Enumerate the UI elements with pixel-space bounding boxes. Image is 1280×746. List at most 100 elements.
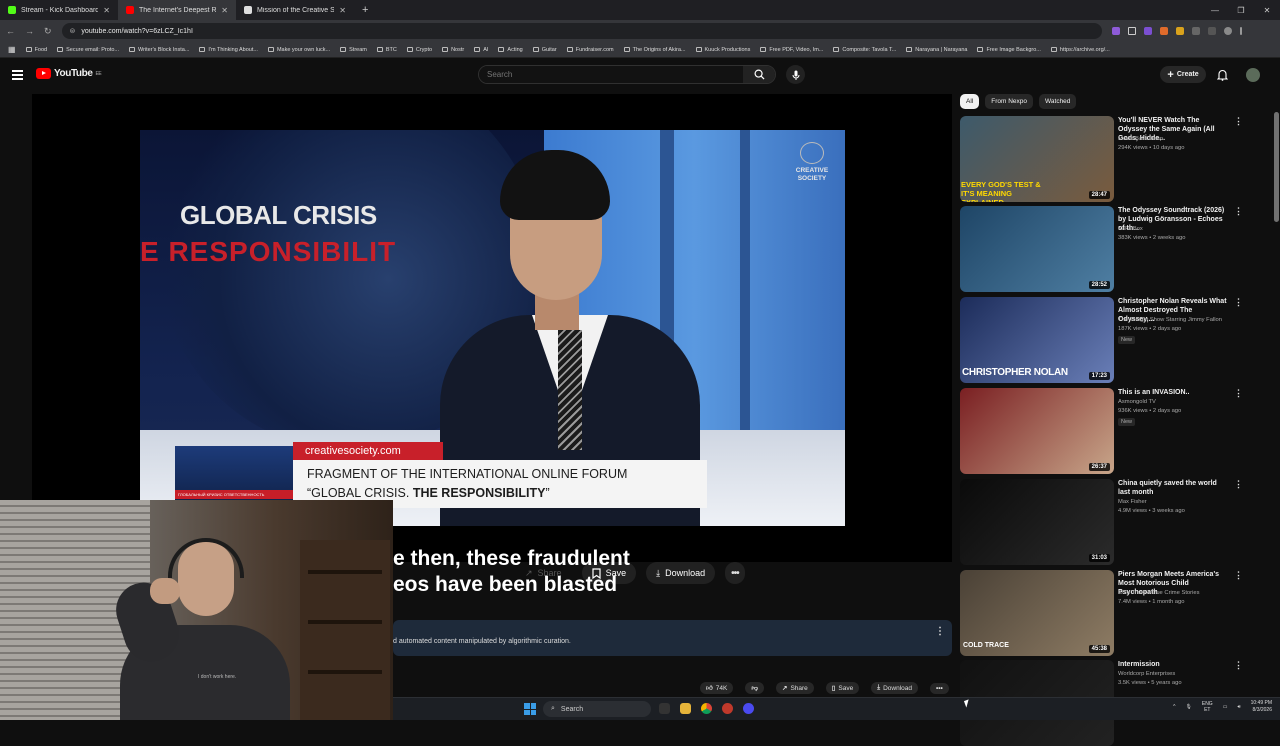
search-input[interactable] — [479, 66, 743, 83]
minimize-button[interactable]: — — [1202, 6, 1228, 15]
bookmark-item[interactable]: Food — [25, 47, 47, 53]
chrome-icon[interactable] — [701, 703, 712, 714]
channel-name[interactable]: Asmongold TV — [1118, 399, 1156, 405]
extension-icon[interactable] — [1175, 27, 1184, 35]
share-button-secondary[interactable]: ↗ Share — [775, 682, 814, 694]
save-button-secondary[interactable]: ▯ Save — [825, 682, 860, 694]
youtube-logo[interactable]: YouTube EE — [36, 68, 102, 79]
sidebar-icon[interactable] — [1207, 27, 1216, 35]
bookmark-item[interactable]: https://archive.org/... — [1050, 47, 1110, 53]
site-info-icon[interactable]: ⊜ — [70, 27, 76, 35]
channel-name[interactable]: The Tonight Show Starring Jimmy Fallon — [1118, 317, 1222, 323]
bookmark-item[interactable]: Crypto — [406, 47, 432, 53]
puzzle-icon[interactable] — [1191, 27, 1200, 35]
bookmark-item[interactable]: Free Image Backgro... — [977, 47, 1041, 53]
bookmark-item[interactable]: Secure email: Proto... — [57, 47, 119, 53]
profile-icon[interactable] — [1223, 27, 1232, 35]
taskbar-search[interactable]: ⌕ Search — [543, 701, 651, 717]
video-thumbnail[interactable]: COLD TRACE 45:38 — [960, 570, 1114, 656]
recommendation-menu-icon[interactable]: ⋮ — [1234, 116, 1243, 127]
apps-grid-icon[interactable]: ▦ — [8, 45, 16, 54]
bookmark-item[interactable]: Writer's Block Insta... — [129, 47, 189, 53]
tab-creative-society[interactable]: Mission of the Creative Society ✕ — [236, 0, 354, 20]
video-thumbnail[interactable]: CHRISTOPHER NOLAN 17:23 — [960, 297, 1114, 383]
avatar[interactable] — [1246, 68, 1260, 82]
bookmark-item[interactable]: BTC — [376, 47, 397, 53]
folder-icon[interactable] — [680, 703, 691, 714]
volume-icon[interactable]: 🔊︎ — [1237, 704, 1240, 710]
tab-youtube-video[interactable]: The Internet's Deepest Rab ✕ — [118, 0, 236, 20]
back-icon[interactable]: ← — [6, 26, 15, 36]
maximize-button[interactable]: ❐ — [1228, 6, 1254, 15]
close-tab-icon[interactable]: ✕ — [103, 6, 110, 15]
bookmark-item[interactable]: Acting — [498, 47, 523, 53]
file-explorer-icon[interactable] — [659, 703, 670, 714]
extension-icon[interactable] — [1143, 27, 1152, 35]
recommendation-menu-icon[interactable]: ⋮ — [1234, 297, 1243, 308]
app-icon[interactable] — [722, 703, 733, 714]
video-player[interactable]: GLOBAL CRISIS E RESPONSIBILIT CREATIVE S… — [32, 94, 952, 562]
scrollbar-thumb[interactable] — [1274, 112, 1279, 222]
extension-icon[interactable] — [1159, 27, 1168, 35]
video-thumbnail[interactable]: 26:37 — [960, 388, 1114, 474]
forward-icon[interactable]: → — [25, 26, 34, 36]
new-tab-button[interactable]: + — [354, 4, 376, 16]
recommendation-title[interactable]: China quietly saved the world last month — [1118, 479, 1230, 497]
menu-icon[interactable] — [12, 70, 23, 82]
clock[interactable]: 10:49 PM 8/3/2026 — [1251, 700, 1272, 714]
recommendation-menu-icon[interactable]: ⋮ — [1234, 388, 1243, 399]
close-tab-icon[interactable]: ✕ — [339, 6, 346, 15]
close-tab-icon[interactable]: ✕ — [221, 6, 228, 15]
bookmark-item[interactable]: AI — [474, 47, 488, 53]
download-button[interactable]: ⤓ Download — [646, 562, 716, 584]
recommendation-item[interactable]: EVERY GOD'S TEST & IT'S MEANING EXPLAINE… — [960, 116, 1260, 202]
channel-name[interactable]: Worldcorp Enterprises — [1118, 671, 1175, 677]
recommendation-title[interactable]: Intermission — [1118, 660, 1230, 669]
recommendation-item[interactable]: 31:03 China quietly saved the world last … — [960, 479, 1260, 565]
page-scrollbar[interactable] — [1274, 92, 1279, 697]
more-actions-button[interactable]: ••• — [725, 562, 745, 584]
recommendation-menu-icon[interactable]: ⋮ — [1234, 570, 1243, 581]
recommendation-item[interactable]: COLD TRACE 45:38 Piers Morgan Meets Americ… — [960, 570, 1260, 656]
menu-icon[interactable] — [1239, 27, 1242, 35]
bookmark-item[interactable]: Nostr — [442, 47, 464, 53]
extension-icon[interactable] — [1111, 27, 1120, 35]
bookmark-item[interactable]: Stream — [340, 47, 367, 53]
recommendation-title[interactable]: This is an INVASION.. — [1118, 388, 1230, 397]
bookmark-item[interactable]: Composite: Tavola T... — [833, 47, 896, 53]
bookmark-star-icon[interactable] — [1127, 27, 1136, 35]
bookmark-item[interactable]: Free PDF, Video, Im... — [760, 47, 823, 53]
video-thumbnail[interactable]: 31:03 — [960, 479, 1114, 565]
video-thumbnail[interactable]: 28:52 — [960, 206, 1114, 292]
bookmark-item[interactable]: The Origins of Akira... — [623, 47, 686, 53]
dislike-button[interactable]: 👎︎ — [745, 682, 764, 694]
language-indicator[interactable]: ENG ET — [1202, 701, 1213, 713]
bookmark-item[interactable]: Fundraiser.com — [566, 47, 614, 53]
like-button[interactable]: 👍︎ 74K — [700, 682, 734, 694]
bookmark-item[interactable]: Make your own luck... — [267, 47, 330, 53]
channel-name[interactable]: Max Fisher — [1118, 499, 1147, 505]
recommendation-menu-icon[interactable]: ⋮ — [1234, 206, 1243, 217]
search-button[interactable] — [743, 66, 775, 83]
create-button[interactable]: + Create — [1160, 66, 1206, 83]
chevron-up-icon[interactable]: ^ — [1173, 704, 1175, 710]
bookmark-item[interactable]: Kuuck Productions — [695, 47, 750, 53]
recommendation-item[interactable]: CHRISTOPHER NOLAN 17:23 Christopher Nolan … — [960, 297, 1260, 383]
channel-name[interactable]: Movie Balls Deep — [1118, 136, 1163, 142]
channel-name[interactable]: Kaka Box — [1118, 226, 1143, 232]
tab-kick-dashboard[interactable]: Stream - Kick Dashboard ✕ — [0, 0, 118, 20]
share-button[interactable]: ↗ Share — [515, 562, 572, 584]
chip-all[interactable]: All — [960, 94, 980, 109]
url-bar[interactable]: ⊜ youtube.com/watch?v=6zLCZ_Ic1hI — [61, 23, 1102, 39]
recommendation-item[interactable]: 26:37 This is an INVASION.. Asmongold TV 93… — [960, 388, 1260, 474]
chip-watched[interactable]: Watched — [1039, 94, 1077, 109]
notifications-button[interactable] — [1216, 68, 1229, 86]
description-menu-icon[interactable]: ⋮ — [935, 626, 945, 637]
recommendation-item[interactable]: 28:52 The Odyssey Soundtrack (2026) by Lu… — [960, 206, 1260, 292]
close-window-button[interactable]: ✕ — [1254, 6, 1280, 15]
bookmark-item[interactable]: Guitar — [532, 47, 557, 53]
voice-search-button[interactable] — [786, 65, 805, 84]
reload-icon[interactable]: ↻ — [44, 26, 52, 37]
download-button-secondary[interactable]: ⤓ Download — [871, 682, 918, 694]
microphone-icon[interactable]: 🎙︎ — [1186, 704, 1192, 710]
